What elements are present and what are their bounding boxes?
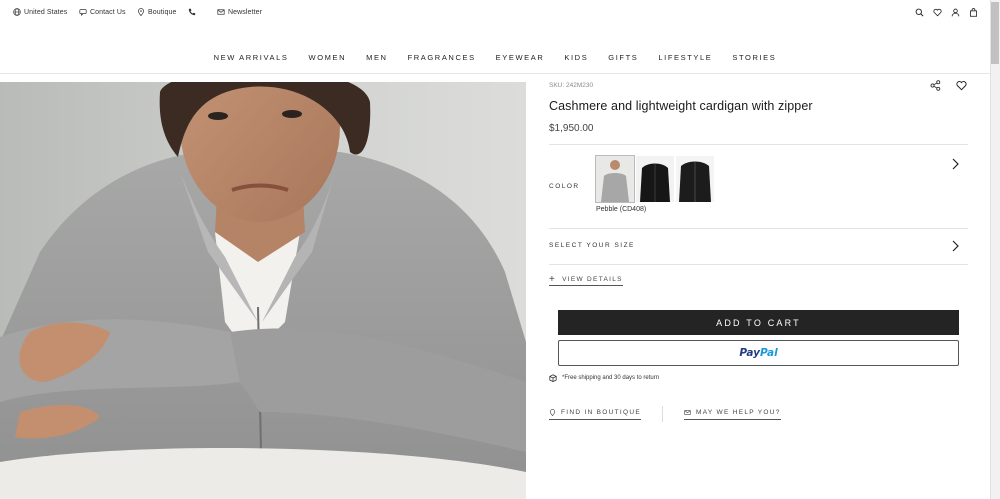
- nav-divider: [0, 73, 990, 74]
- find-in-boutique-link[interactable]: FIND IN BOUTIQUE: [549, 408, 642, 420]
- boutique-label: Boutique: [148, 8, 177, 16]
- bag-icon[interactable]: [969, 8, 978, 17]
- product-image[interactable]: [0, 82, 526, 499]
- paypal-logo-part1: Pay: [739, 347, 760, 359]
- nav-eyewear[interactable]: EYEWEAR: [496, 53, 545, 62]
- divider: [549, 144, 968, 145]
- map-pin-icon: [138, 8, 144, 16]
- page-scrollbar[interactable]: [990, 0, 1000, 499]
- find-boutique-label: FIND IN BOUTIQUE: [561, 408, 642, 416]
- nav-gifts[interactable]: GIFTS: [608, 53, 638, 62]
- nav-lifestyle[interactable]: LIFESTYLE: [658, 53, 712, 62]
- view-details-label: VIEW DETAILS: [562, 276, 623, 283]
- service-links: FIND IN BOUTIQUE MAY WE HELP YOU?: [549, 406, 781, 422]
- box-icon: [549, 374, 557, 382]
- contact-label: Contact Us: [90, 8, 126, 16]
- paypal-button[interactable]: Pay Pal: [558, 340, 959, 366]
- phone-link[interactable]: [188, 8, 199, 16]
- paypal-logo-part2: Pal: [759, 347, 778, 359]
- nav-women[interactable]: WOMEN: [309, 53, 347, 62]
- shipping-note: *Free shipping and 30 days to return: [549, 374, 659, 382]
- model-photo: [0, 82, 526, 499]
- divider: [549, 264, 968, 265]
- color-swatch-black-alt[interactable]: [676, 156, 714, 202]
- color-swatch-grey[interactable]: [595, 155, 635, 203]
- globe-icon: [13, 8, 21, 16]
- nav-stories[interactable]: STORIES: [732, 53, 776, 62]
- add-to-cart-button[interactable]: ADD TO CART: [558, 310, 959, 335]
- boutique-link[interactable]: Boutique: [137, 8, 176, 16]
- chat-icon: [79, 9, 87, 16]
- scrollbar-thumb[interactable]: [991, 2, 999, 64]
- selected-color-name: Pebble (CD408): [596, 206, 647, 213]
- product-price: $1,950.00: [549, 123, 594, 134]
- map-pin-icon: [549, 408, 556, 416]
- link-separator: [662, 406, 664, 422]
- nav-men[interactable]: MEN: [366, 53, 387, 62]
- search-icon[interactable]: [915, 8, 924, 17]
- product-title: Cashmere and lightweight cardigan with z…: [549, 99, 813, 113]
- newsletter-link[interactable]: Newsletter: [217, 8, 262, 16]
- color-swatch-black[interactable]: [636, 156, 674, 202]
- country-label: United States: [24, 8, 68, 16]
- mail-icon: [217, 9, 225, 15]
- view-details-link[interactable]: + VIEW DETAILS: [549, 273, 623, 286]
- account-icons: [915, 8, 978, 17]
- country-selector[interactable]: United States: [13, 8, 67, 16]
- main-nav: NEW ARRIVALS WOMEN MEN FRAGRANCES EYEWEA…: [0, 53, 990, 62]
- utility-bar: United States Contact Us Boutique Newsle…: [0, 0, 990, 26]
- color-label: COLOR: [549, 183, 580, 190]
- wishlist-icon[interactable]: [933, 8, 942, 17]
- nav-kids[interactable]: KIDS: [564, 53, 588, 62]
- phone-icon: [188, 8, 196, 16]
- help-link[interactable]: MAY WE HELP YOU?: [684, 409, 781, 420]
- chevron-right-icon[interactable]: [951, 240, 960, 252]
- newsletter-label: Newsletter: [228, 8, 263, 16]
- divider: [549, 228, 968, 229]
- wishlist-heart-icon[interactable]: [956, 80, 967, 91]
- product-sku: SKU: 242M230: [549, 82, 594, 89]
- size-selector-label[interactable]: SELECT YOUR SIZE: [549, 242, 635, 249]
- shipping-text: *Free shipping and 30 days to return: [562, 375, 660, 381]
- mail-icon: [684, 409, 691, 415]
- nav-new-arrivals[interactable]: NEW ARRIVALS: [214, 53, 289, 62]
- share-icon[interactable]: [930, 80, 941, 91]
- contact-link[interactable]: Contact Us: [79, 8, 126, 16]
- chevron-right-icon[interactable]: [951, 158, 960, 170]
- help-label: MAY WE HELP YOU?: [696, 408, 781, 416]
- nav-fragrances[interactable]: FRAGRANCES: [408, 53, 476, 62]
- user-icon[interactable]: [951, 8, 960, 17]
- plus-icon: +: [549, 273, 557, 285]
